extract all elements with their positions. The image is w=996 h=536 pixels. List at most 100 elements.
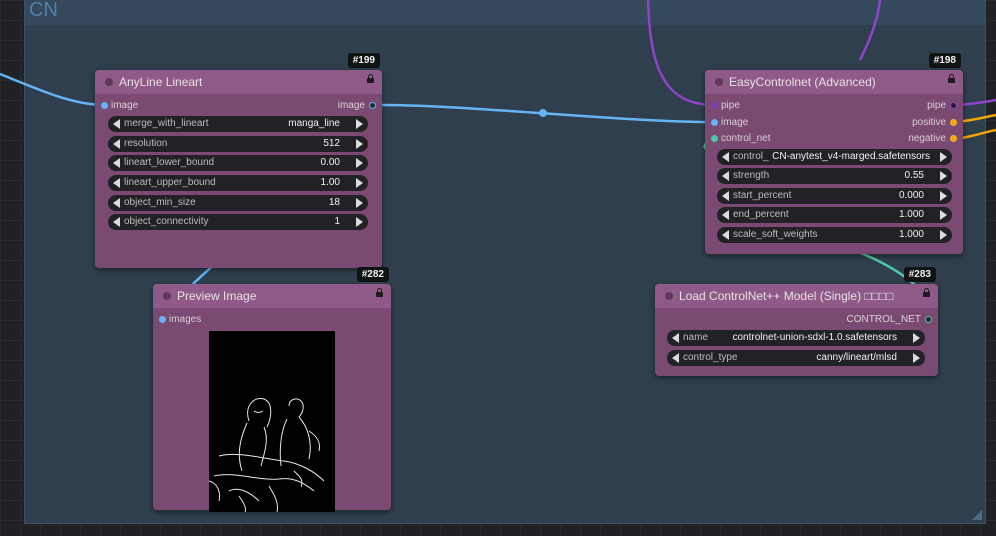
arrow-right-icon[interactable] bbox=[940, 152, 947, 162]
widget-label: lineart_upper_bound bbox=[124, 177, 216, 188]
widget-value: CN-anytest_v4-marged.safetensors bbox=[772, 151, 930, 162]
arrow-right-icon[interactable] bbox=[356, 178, 363, 188]
wire-pipe-in bbox=[646, 0, 713, 107]
widget-name[interactable]: name controlnet-union-sdxl-1.0.safetenso… bbox=[667, 330, 925, 346]
arrow-right-icon[interactable] bbox=[913, 333, 920, 343]
wire-reroute-dot[interactable] bbox=[539, 109, 547, 117]
input-dot-image[interactable] bbox=[711, 119, 718, 126]
widget-object-min-size[interactable]: object_min_size 18 bbox=[108, 195, 368, 211]
node-preview-image[interactable]: #282 Preview Image images bbox=[153, 267, 391, 513]
widget-value: 1 bbox=[334, 216, 340, 227]
lock-icon[interactable] bbox=[923, 288, 930, 297]
collapse-dot[interactable] bbox=[105, 78, 113, 86]
node-anyline-lineart[interactable]: #199 AnyLine Lineart image image merge_w… bbox=[95, 53, 382, 268]
arrow-right-icon[interactable] bbox=[356, 217, 363, 227]
node-header[interactable]: AnyLine Lineart bbox=[95, 70, 382, 94]
output-dot-pipe[interactable] bbox=[950, 102, 957, 109]
arrow-left-icon[interactable] bbox=[113, 178, 120, 188]
arrow-right-icon[interactable] bbox=[356, 139, 363, 149]
node-header[interactable]: Load ControlNet++ Model (Single) □□□□ bbox=[655, 284, 938, 308]
node-id-badge: #283 bbox=[903, 267, 936, 282]
node-id-badge: #282 bbox=[356, 267, 389, 282]
output-dot-positive[interactable] bbox=[950, 119, 957, 126]
collapse-dot[interactable] bbox=[163, 292, 171, 300]
node-easy-controlnet[interactable]: #198 EasyControlnet (Advanced) pipe imag… bbox=[705, 53, 963, 254]
widget-control-type[interactable]: control_type canny/lineart/mlsd bbox=[667, 350, 925, 366]
input-dot-images[interactable] bbox=[159, 316, 166, 323]
node-load-controlnet[interactable]: #283 Load ControlNet++ Model (Single) □□… bbox=[655, 267, 938, 376]
lock-icon[interactable] bbox=[376, 288, 383, 297]
slot-label: control_net bbox=[721, 133, 771, 144]
arrow-left-icon[interactable] bbox=[113, 119, 120, 129]
arrow-right-icon[interactable] bbox=[940, 210, 947, 220]
arrow-left-icon[interactable] bbox=[722, 152, 729, 162]
node-title: Preview Image bbox=[177, 289, 257, 303]
widget-label: lineart_lower_bound bbox=[124, 157, 215, 168]
widget-lineart-upper-bound[interactable]: lineart_upper_bound 1.00 bbox=[108, 175, 368, 191]
input-dot-image[interactable] bbox=[101, 102, 108, 109]
widget-start-percent[interactable]: start_percent 0.000 bbox=[717, 188, 952, 204]
output-slot-image[interactable]: image bbox=[338, 99, 376, 113]
widget-object-connectivity[interactable]: object_connectivity 1 bbox=[108, 214, 368, 230]
arrow-left-icon[interactable] bbox=[672, 353, 679, 363]
arrow-right-icon[interactable] bbox=[356, 119, 363, 129]
output-slot-negative[interactable]: negative bbox=[908, 132, 957, 146]
output-dot-negative[interactable] bbox=[950, 135, 957, 142]
node-header[interactable]: EasyControlnet (Advanced) bbox=[705, 70, 963, 94]
widget-merge-with-lineart[interactable]: merge_with_lineart manga_line bbox=[108, 116, 368, 132]
widget-value: 18 bbox=[328, 197, 340, 208]
output-slot-control-net[interactable]: CONTROL_NET bbox=[847, 313, 932, 327]
arrow-left-icon[interactable] bbox=[722, 210, 729, 220]
widget-value: 0.000 bbox=[898, 190, 924, 201]
arrow-left-icon[interactable] bbox=[113, 198, 120, 208]
input-dot-control-net[interactable] bbox=[711, 135, 718, 142]
widget-lineart-lower-bound[interactable]: lineart_lower_bound 0.00 bbox=[108, 155, 368, 171]
widget-strength[interactable]: strength 0.55 bbox=[717, 168, 952, 184]
arrow-left-icon[interactable] bbox=[722, 230, 729, 240]
arrow-left-icon[interactable] bbox=[113, 158, 120, 168]
widget-value: 1.000 bbox=[898, 209, 924, 220]
widget-label: object_connectivity bbox=[124, 216, 209, 227]
widget-value: 1.00 bbox=[320, 177, 340, 188]
arrow-left-icon[interactable] bbox=[722, 191, 729, 201]
input-slot-control-net[interactable]: control_net bbox=[711, 132, 770, 146]
collapse-dot[interactable] bbox=[715, 78, 723, 86]
input-slot-image[interactable]: image bbox=[101, 99, 138, 113]
arrow-left-icon[interactable] bbox=[722, 171, 729, 181]
widget-end-percent[interactable]: end_percent 1.000 bbox=[717, 207, 952, 223]
arrow-right-icon[interactable] bbox=[940, 191, 947, 201]
widget-resolution[interactable]: resolution 512 bbox=[108, 136, 368, 152]
widget-label: name bbox=[683, 332, 709, 343]
node-title: AnyLine Lineart bbox=[119, 75, 203, 89]
preview-image-thumbnail[interactable] bbox=[208, 331, 335, 513]
arrow-right-icon[interactable] bbox=[356, 158, 363, 168]
arrow-left-icon[interactable] bbox=[672, 333, 679, 343]
arrow-left-icon[interactable] bbox=[113, 217, 120, 227]
output-slot-pipe[interactable]: pipe bbox=[927, 99, 957, 113]
wire-pipe-top bbox=[858, 0, 882, 61]
lock-icon[interactable] bbox=[948, 74, 955, 83]
arrow-right-icon[interactable] bbox=[940, 230, 947, 240]
widget-value: 0.00 bbox=[320, 157, 340, 168]
collapse-dot[interactable] bbox=[665, 292, 673, 300]
lock-icon[interactable] bbox=[367, 74, 374, 83]
input-slot-image[interactable]: image bbox=[711, 116, 748, 130]
arrow-right-icon[interactable] bbox=[913, 353, 920, 363]
widget-value: 1.000 bbox=[898, 229, 924, 240]
output-dot-image[interactable] bbox=[369, 102, 376, 109]
widget-control-net-name[interactable]: control_ CN-anytest_v4-marged.safetensor… bbox=[717, 149, 952, 165]
input-dot-pipe[interactable] bbox=[711, 102, 718, 109]
node-title: EasyControlnet (Advanced) bbox=[729, 75, 876, 89]
arrow-right-icon[interactable] bbox=[356, 198, 363, 208]
output-dot-control-net[interactable] bbox=[925, 316, 932, 323]
arrow-left-icon[interactable] bbox=[113, 139, 120, 149]
arrow-right-icon[interactable] bbox=[940, 171, 947, 181]
node-header[interactable]: Preview Image bbox=[153, 284, 391, 308]
node-id-badge: #199 bbox=[347, 53, 380, 68]
widget-value: manga_line bbox=[288, 118, 340, 129]
input-slot-images[interactable]: images bbox=[159, 313, 201, 327]
wire-image-in bbox=[0, 72, 103, 107]
output-slot-positive[interactable]: positive bbox=[912, 116, 957, 130]
widget-scale-soft-weights[interactable]: scale_soft_weights 1.000 bbox=[717, 227, 952, 243]
input-slot-pipe[interactable]: pipe bbox=[711, 99, 740, 113]
